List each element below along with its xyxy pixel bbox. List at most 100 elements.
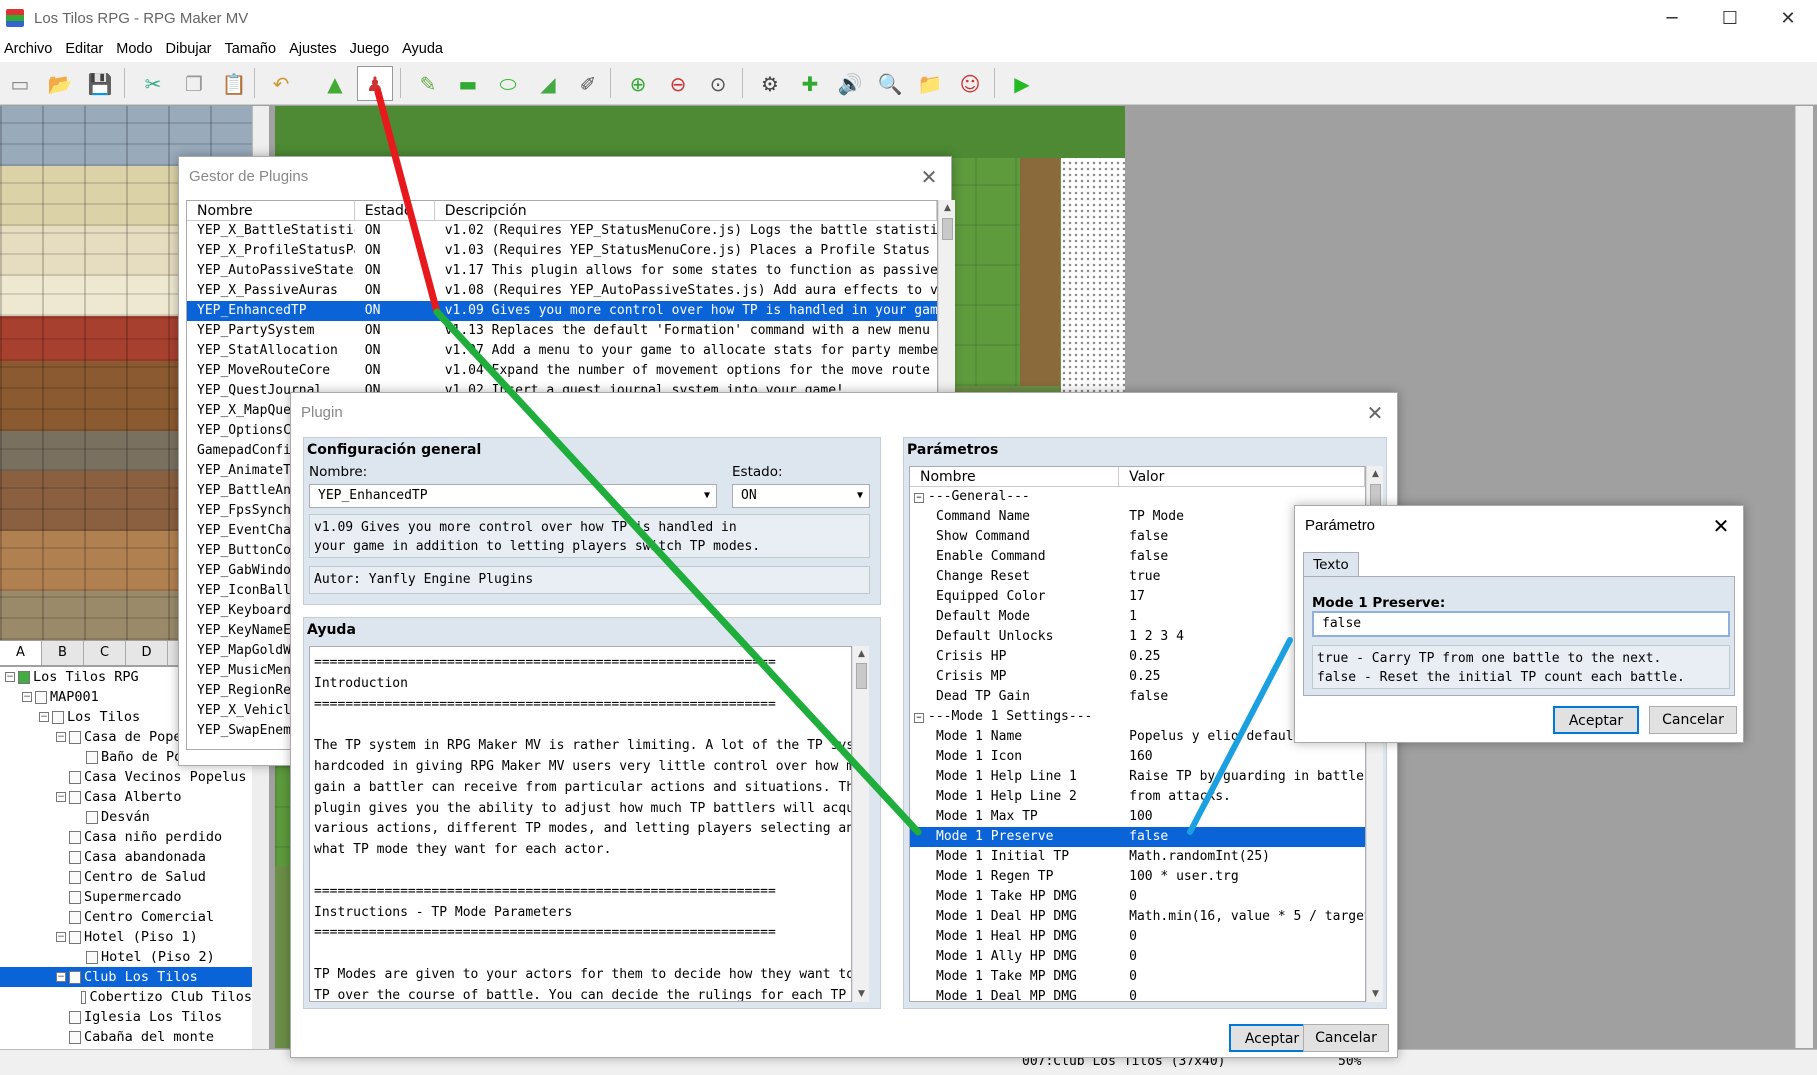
map-tree-item[interactable]: − Club Los Tilos <box>0 967 252 987</box>
expand-icon[interactable]: − <box>5 672 15 682</box>
param-row[interactable]: Mode 1 Regen TP 100 * user.trg <box>910 867 1365 887</box>
param-col-name[interactable]: Nombre <box>910 467 1120 486</box>
event-searcher-icon[interactable]: 🔍 <box>872 66 908 101</box>
tileset-tab-c[interactable]: C <box>84 641 126 665</box>
open-project-icon[interactable]: 📂 <box>42 66 78 101</box>
menu-7[interactable]: Juego <box>346 41 399 57</box>
param-col-value[interactable]: Valor <box>1119 467 1365 486</box>
collapse-icon[interactable]: − <box>914 713 924 723</box>
param-row[interactable]: Mode 1 Ally HP DMG 0 <box>910 947 1365 967</box>
param-row[interactable]: Mode 1 Preserve false <box>910 827 1365 847</box>
parameter-ok-button[interactable]: Aceptar <box>1553 706 1639 734</box>
menu-1[interactable]: Archivo <box>0 41 61 57</box>
map-scrollbar[interactable] <box>1795 106 1813 1048</box>
ellipse-icon[interactable]: ⬭ <box>490 66 526 101</box>
plugin-row[interactable]: YEP_PartySystem ON v1.13 Replaces the defa… <box>187 321 937 341</box>
param-row[interactable]: Mode 1 Deal HP DMG Math.min(16, value * 5… <box>910 907 1365 927</box>
cut-icon[interactable]: ✂ <box>135 66 171 101</box>
menu-6[interactable]: Ajustes <box>285 41 346 57</box>
param-row[interactable]: Mode 1 Deal MP DMG 0 <box>910 987 1365 1001</box>
pencil-icon[interactable]: ✎ <box>410 66 446 101</box>
map-tree-item[interactable]: Casa niño perdido <box>0 827 252 847</box>
menu-5[interactable]: Tamaño <box>220 41 285 57</box>
expand-icon[interactable]: − <box>39 712 49 722</box>
col-name[interactable]: Nombre <box>187 201 355 220</box>
map-tree-item[interactable]: Iglesia Los Tilos <box>0 1007 252 1027</box>
plugin-manager-close-icon[interactable]: ✕ <box>917 165 941 189</box>
expand-icon[interactable]: − <box>56 972 66 982</box>
param-row[interactable]: Mode 1 Max TP 100 <box>910 807 1365 827</box>
map-tree-item[interactable]: Centro Comercial <box>0 907 252 927</box>
expand-icon[interactable]: − <box>56 792 66 802</box>
playtest-icon[interactable]: ▶ <box>1004 66 1040 101</box>
menu-4[interactable]: Dibujar <box>162 41 221 57</box>
plugin-row[interactable]: YEP_AutoPassiveStates ON v1.17 This plugin… <box>187 261 937 281</box>
character-generator-icon[interactable]: ☺ <box>952 66 988 101</box>
help-scrollbar[interactable]: ▲ ▼ <box>852 646 869 1002</box>
copy-icon[interactable]: ❐ <box>176 66 212 101</box>
parameter-cancel-button[interactable]: Cancelar <box>1649 706 1737 734</box>
map-tree-item[interactable]: Casa Vecinos Popelus <box>0 767 252 787</box>
param-row[interactable]: Mode 1 Heal HP DMG 0 <box>910 927 1365 947</box>
tab-texto[interactable]: Texto <box>1303 552 1359 576</box>
expand-icon[interactable]: − <box>22 692 32 702</box>
database-icon[interactable]: ⚙ <box>752 66 788 101</box>
tileset-tab-d[interactable]: D <box>126 641 168 665</box>
col-status[interactable]: Estado <box>355 201 435 220</box>
map-tree-item[interactable]: Supermercado <box>0 887 252 907</box>
plugin-window-close-icon[interactable]: ✕ <box>1363 401 1387 425</box>
shadow-pen-icon[interactable]: ✐ <box>570 66 606 101</box>
expand-icon[interactable]: − <box>56 932 66 942</box>
plugin-row[interactable]: YEP_StatAllocation ON v1.07 Add a menu to … <box>187 341 937 361</box>
event-mode-icon[interactable]: ♟ <box>357 66 393 101</box>
map-tree-item[interactable]: Hotel (Piso 2) <box>0 947 252 967</box>
menu-3[interactable]: Modo <box>112 41 161 57</box>
map-tree-item[interactable]: Cabaña del monte <box>0 1027 252 1047</box>
plugin-row[interactable]: YEP_X_ProfileStatusPage ON v1.03 (Requires… <box>187 241 937 261</box>
plugin-cancel-button[interactable]: Cancelar <box>1303 1024 1389 1052</box>
map-mode-icon[interactable]: ▲ <box>317 66 353 101</box>
menu-2[interactable]: Editar <box>61 41 112 57</box>
plugin-status-select[interactable]: ON ▼ <box>732 484 870 508</box>
save-project-icon[interactable]: 💾 <box>82 66 118 101</box>
map-tree-item[interactable]: − Casa Alberto <box>0 787 252 807</box>
collapse-icon[interactable]: − <box>914 493 924 503</box>
sound-test-icon[interactable]: 🔊 <box>832 66 868 101</box>
zoom-in-icon[interactable]: ⊕ <box>620 66 656 101</box>
paste-icon[interactable]: 📋 <box>216 66 252 101</box>
resource-manager-icon[interactable]: 📁 <box>912 66 948 101</box>
plugin-manager-icon[interactable]: ✚ <box>792 66 828 101</box>
col-description[interactable]: Descripción <box>435 201 937 220</box>
param-row[interactable]: Mode 1 Help Line 1 Raise TP by guarding i… <box>910 767 1365 787</box>
param-row[interactable]: Mode 1 Take HP DMG 0 <box>910 887 1365 907</box>
minimize-icon[interactable]: ─ <box>1643 0 1701 36</box>
maximize-icon[interactable]: ☐ <box>1701 0 1759 36</box>
parameter-value-input[interactable]: false <box>1312 611 1730 637</box>
new-project-icon[interactable]: ▭ <box>2 66 38 101</box>
plugin-row[interactable]: YEP_X_PassiveAuras ON v1.08 (Requires YEP_… <box>187 281 937 301</box>
plugin-row[interactable]: YEP_EnhancedTP ON v1.09 Gives you more con… <box>187 301 937 321</box>
zoom-out-icon[interactable]: ⊖ <box>660 66 696 101</box>
plugin-row[interactable]: YEP_X_BattleStatistics ON v1.02 (Requires … <box>187 221 937 241</box>
map-tree-item[interactable]: Cobertizo Club Tilos <box>0 987 252 1007</box>
map-tree-item[interactable]: Desván <box>0 807 252 827</box>
tileset-tab-a[interactable]: A <box>0 641 42 665</box>
rectangle-icon[interactable]: ▬ <box>450 66 486 101</box>
menu-8[interactable]: Ayuda <box>398 41 452 57</box>
plugin-row[interactable]: YEP_MoveRouteCore ON v1.04 Expand the numb… <box>187 361 937 381</box>
param-row[interactable]: Mode 1 Help Line 2 from attacks. <box>910 787 1365 807</box>
map-tree-item[interactable]: Casa abandonada <box>0 847 252 867</box>
param-group-row[interactable]: − ---General--- <box>910 487 1365 507</box>
close-icon[interactable]: ✕ <box>1759 0 1817 36</box>
fill-icon[interactable]: ◢ <box>530 66 566 101</box>
parameter-dialog-close-icon[interactable]: ✕ <box>1709 514 1733 538</box>
map-tree-item[interactable]: Centro de Salud <box>0 867 252 887</box>
undo-icon[interactable]: ↶ <box>263 66 299 101</box>
actual-size-icon[interactable]: ⊙ <box>700 66 736 101</box>
param-row[interactable]: Mode 1 Take MP DMG 0 <box>910 967 1365 987</box>
tileset-tab-b[interactable]: B <box>42 641 84 665</box>
map-tree-item[interactable]: − Hotel (Piso 1) <box>0 927 252 947</box>
param-row[interactable]: Mode 1 Initial TP Math.randomInt(25) <box>910 847 1365 867</box>
expand-icon[interactable]: − <box>56 732 66 742</box>
param-row[interactable]: Mode 1 Icon 160 <box>910 747 1365 767</box>
